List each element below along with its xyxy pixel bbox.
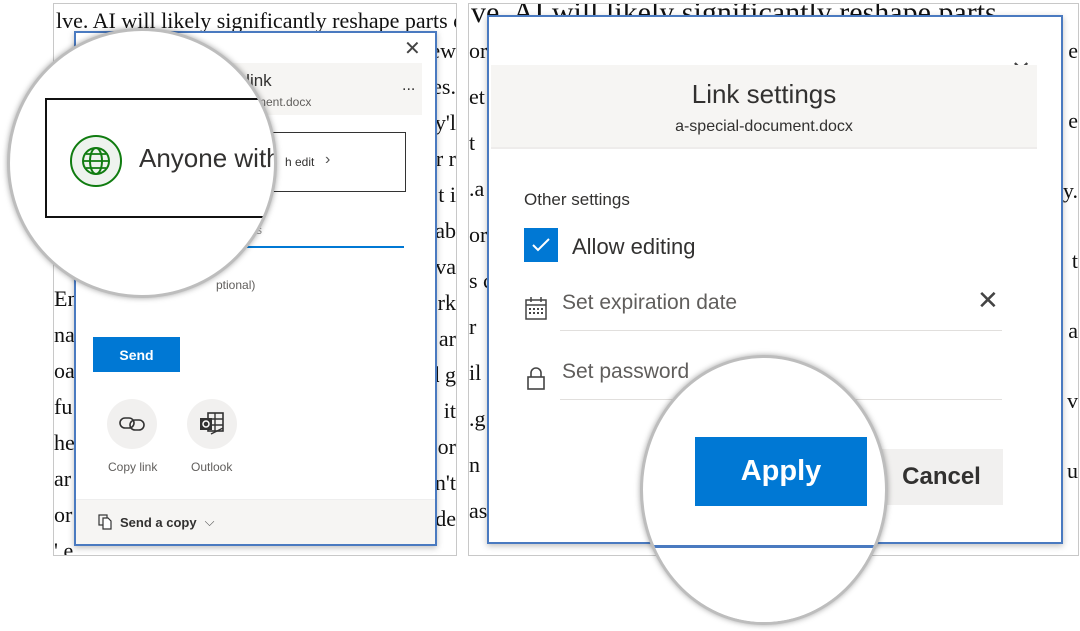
doc-text: y'l [434,110,456,135]
lock-icon [527,367,545,390]
doc-text: va [435,254,456,279]
doc-text: t i [438,182,456,207]
section-label: Other settings [524,190,630,209]
doc-text: .a [469,176,485,201]
page-below [643,548,885,622]
doc-text: v [1067,388,1078,413]
send-button[interactable]: Send [93,337,180,372]
doc-text: r r [435,146,456,171]
doc-text: t [469,130,476,155]
outlook-button[interactable] [187,399,237,449]
doc-text: ' e [54,538,74,556]
chevron-down-icon: ⌵ [204,514,215,529]
cancel-label: Cancel [902,463,981,490]
doc-text: et [469,84,485,109]
doc-text: or [54,502,73,527]
calendar-icon [525,297,547,320]
outlook-icon [200,412,224,435]
doc-text: de [435,506,456,531]
permission-box[interactable]: h edit › [256,132,406,192]
doc-text: t [1071,248,1078,273]
message-field-label: ptional) [216,278,256,292]
globe-icon [70,135,122,187]
link-icon [119,417,145,431]
doc-text: il [469,360,482,385]
chevron-right-icon: › [325,151,331,168]
outlook-label: Outlook [191,460,233,474]
doc-text: y. [1062,178,1078,203]
doc-text: as [469,498,488,523]
doc-text: it [443,398,456,423]
checkmark-icon [532,238,550,252]
magnified-permission-label: Anyone with [139,143,277,173]
doc-text: oa [54,358,75,383]
close-icon[interactable]: ✕ [404,39,421,59]
copy-link-label: Copy link [108,460,158,474]
magnifier-left: Anyone with [7,28,277,298]
send-label: Send [119,346,154,363]
permission-label: h edit [285,155,315,169]
expiration-date-input[interactable]: Set expiration date [562,291,1002,331]
clear-expiration-icon[interactable]: ✕ [977,287,999,313]
file-name: a-special-document.docx [675,118,853,135]
doc-text: fu [54,394,73,419]
recipient-input[interactable] [236,246,404,248]
doc-text: n't [434,470,456,495]
doc-text: u [1067,458,1078,483]
doc-text: r [469,314,477,339]
cancel-button[interactable]: Cancel [880,449,1003,505]
doc-text: e [1068,38,1078,63]
apply-button[interactable]: Apply [695,437,867,506]
doc-text: or [469,38,488,63]
doc-text: ab [435,218,456,243]
copy-icon [98,514,112,530]
send-a-copy-label: Send a copy [120,514,197,530]
doc-text: n [469,452,480,477]
doc-text: e [1068,108,1078,133]
allow-editing-label: Allow editing [572,234,696,259]
doc-text: he [54,430,75,455]
doc-text: or [437,434,456,459]
doc-text: ar [54,466,72,491]
divider [560,330,1002,331]
doc-text: rk [437,290,456,315]
apply-label: Apply [740,455,822,487]
more-options-button[interactable]: ... [402,77,415,95]
magnifier-right: Apply [640,355,888,625]
allow-editing-checkbox[interactable] [524,228,558,262]
doc-text: ar [438,326,456,351]
doc-text: a [1068,318,1078,343]
send-a-copy-button[interactable]: Send a copy ⌵ [98,514,214,530]
doc-text: or [469,222,488,247]
dialog-title: Link settings [691,79,837,109]
doc-text: .g [469,406,486,431]
copy-link-button[interactable] [107,399,157,449]
